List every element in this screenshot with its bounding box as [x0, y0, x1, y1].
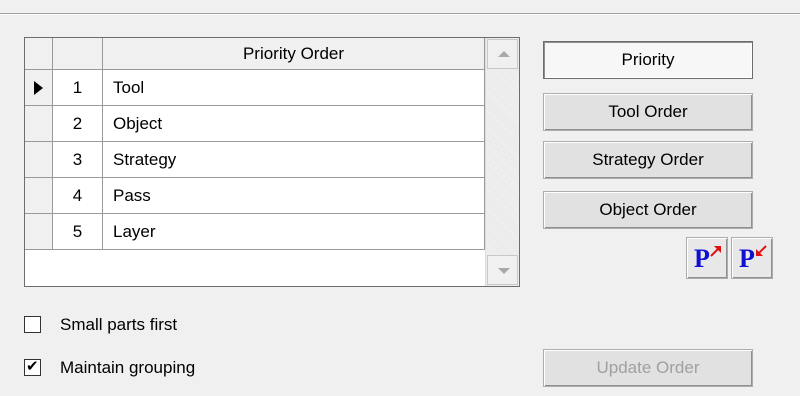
row-name[interactable]: Pass — [103, 178, 485, 214]
header-select-column — [25, 38, 53, 70]
table-row[interactable]: 5 Layer — [25, 214, 485, 250]
row-number: 5 — [53, 214, 103, 250]
object-order-button[interactable]: Object Order — [543, 191, 753, 229]
row-selector[interactable] — [25, 214, 53, 250]
table-row[interactable]: 4 Pass — [25, 178, 485, 214]
table-row[interactable]: 1 Tool — [25, 70, 485, 106]
header-number-column — [53, 38, 103, 70]
row-name[interactable]: Object — [103, 106, 485, 142]
grid-vertical-scrollbar[interactable] — [485, 38, 519, 286]
scroll-down-arrow-icon — [498, 268, 510, 274]
scroll-up-arrow-icon — [498, 51, 510, 57]
strategy-order-button[interactable]: Strategy Order — [543, 141, 753, 179]
scroll-up-button[interactable] — [487, 39, 518, 69]
grid-header: Priority Order — [25, 38, 485, 70]
tool-order-button[interactable]: Tool Order — [543, 93, 753, 131]
move-priority-down-button[interactable]: P — [731, 237, 773, 279]
maintain-grouping-label: Maintain grouping — [60, 358, 196, 377]
arrow-up-right-icon — [710, 246, 721, 257]
row-name[interactable]: Tool — [103, 70, 485, 106]
row-number: 4 — [53, 178, 103, 214]
row-selector[interactable] — [25, 142, 53, 178]
table-row[interactable]: 3 Strategy — [25, 142, 485, 178]
small-parts-first-label: Small parts first — [60, 315, 178, 334]
row-number: 2 — [53, 106, 103, 142]
dialog-top-border — [0, 0, 800, 15]
move-priority-up-button[interactable]: P — [686, 237, 728, 279]
priority-letter: P — [739, 244, 755, 273]
priority-letter: P — [694, 244, 710, 273]
arrow-down-left-icon — [756, 245, 767, 256]
priority-button[interactable]: Priority — [543, 41, 753, 79]
row-selector[interactable] — [25, 178, 53, 214]
checkmark-icon: ✔ — [26, 358, 39, 375]
scroll-down-button[interactable] — [487, 255, 518, 285]
row-number: 3 — [53, 142, 103, 178]
update-order-button[interactable]: Update Order — [543, 349, 753, 387]
row-name[interactable]: Layer — [103, 214, 485, 250]
current-row-arrow-icon — [34, 81, 43, 95]
header-priority-order[interactable]: Priority Order — [103, 38, 485, 70]
maintain-grouping-checkbox[interactable]: ✔ — [24, 358, 41, 376]
priority-order-grid[interactable]: Priority Order 1 Tool 2 Object 3 Strateg… — [24, 37, 520, 287]
row-number: 1 — [53, 70, 103, 106]
row-selector[interactable] — [25, 70, 53, 106]
table-row[interactable]: 2 Object — [25, 106, 485, 142]
small-parts-first-checkbox[interactable] — [24, 316, 41, 333]
row-selector[interactable] — [25, 106, 53, 142]
row-name[interactable]: Strategy — [103, 142, 485, 178]
